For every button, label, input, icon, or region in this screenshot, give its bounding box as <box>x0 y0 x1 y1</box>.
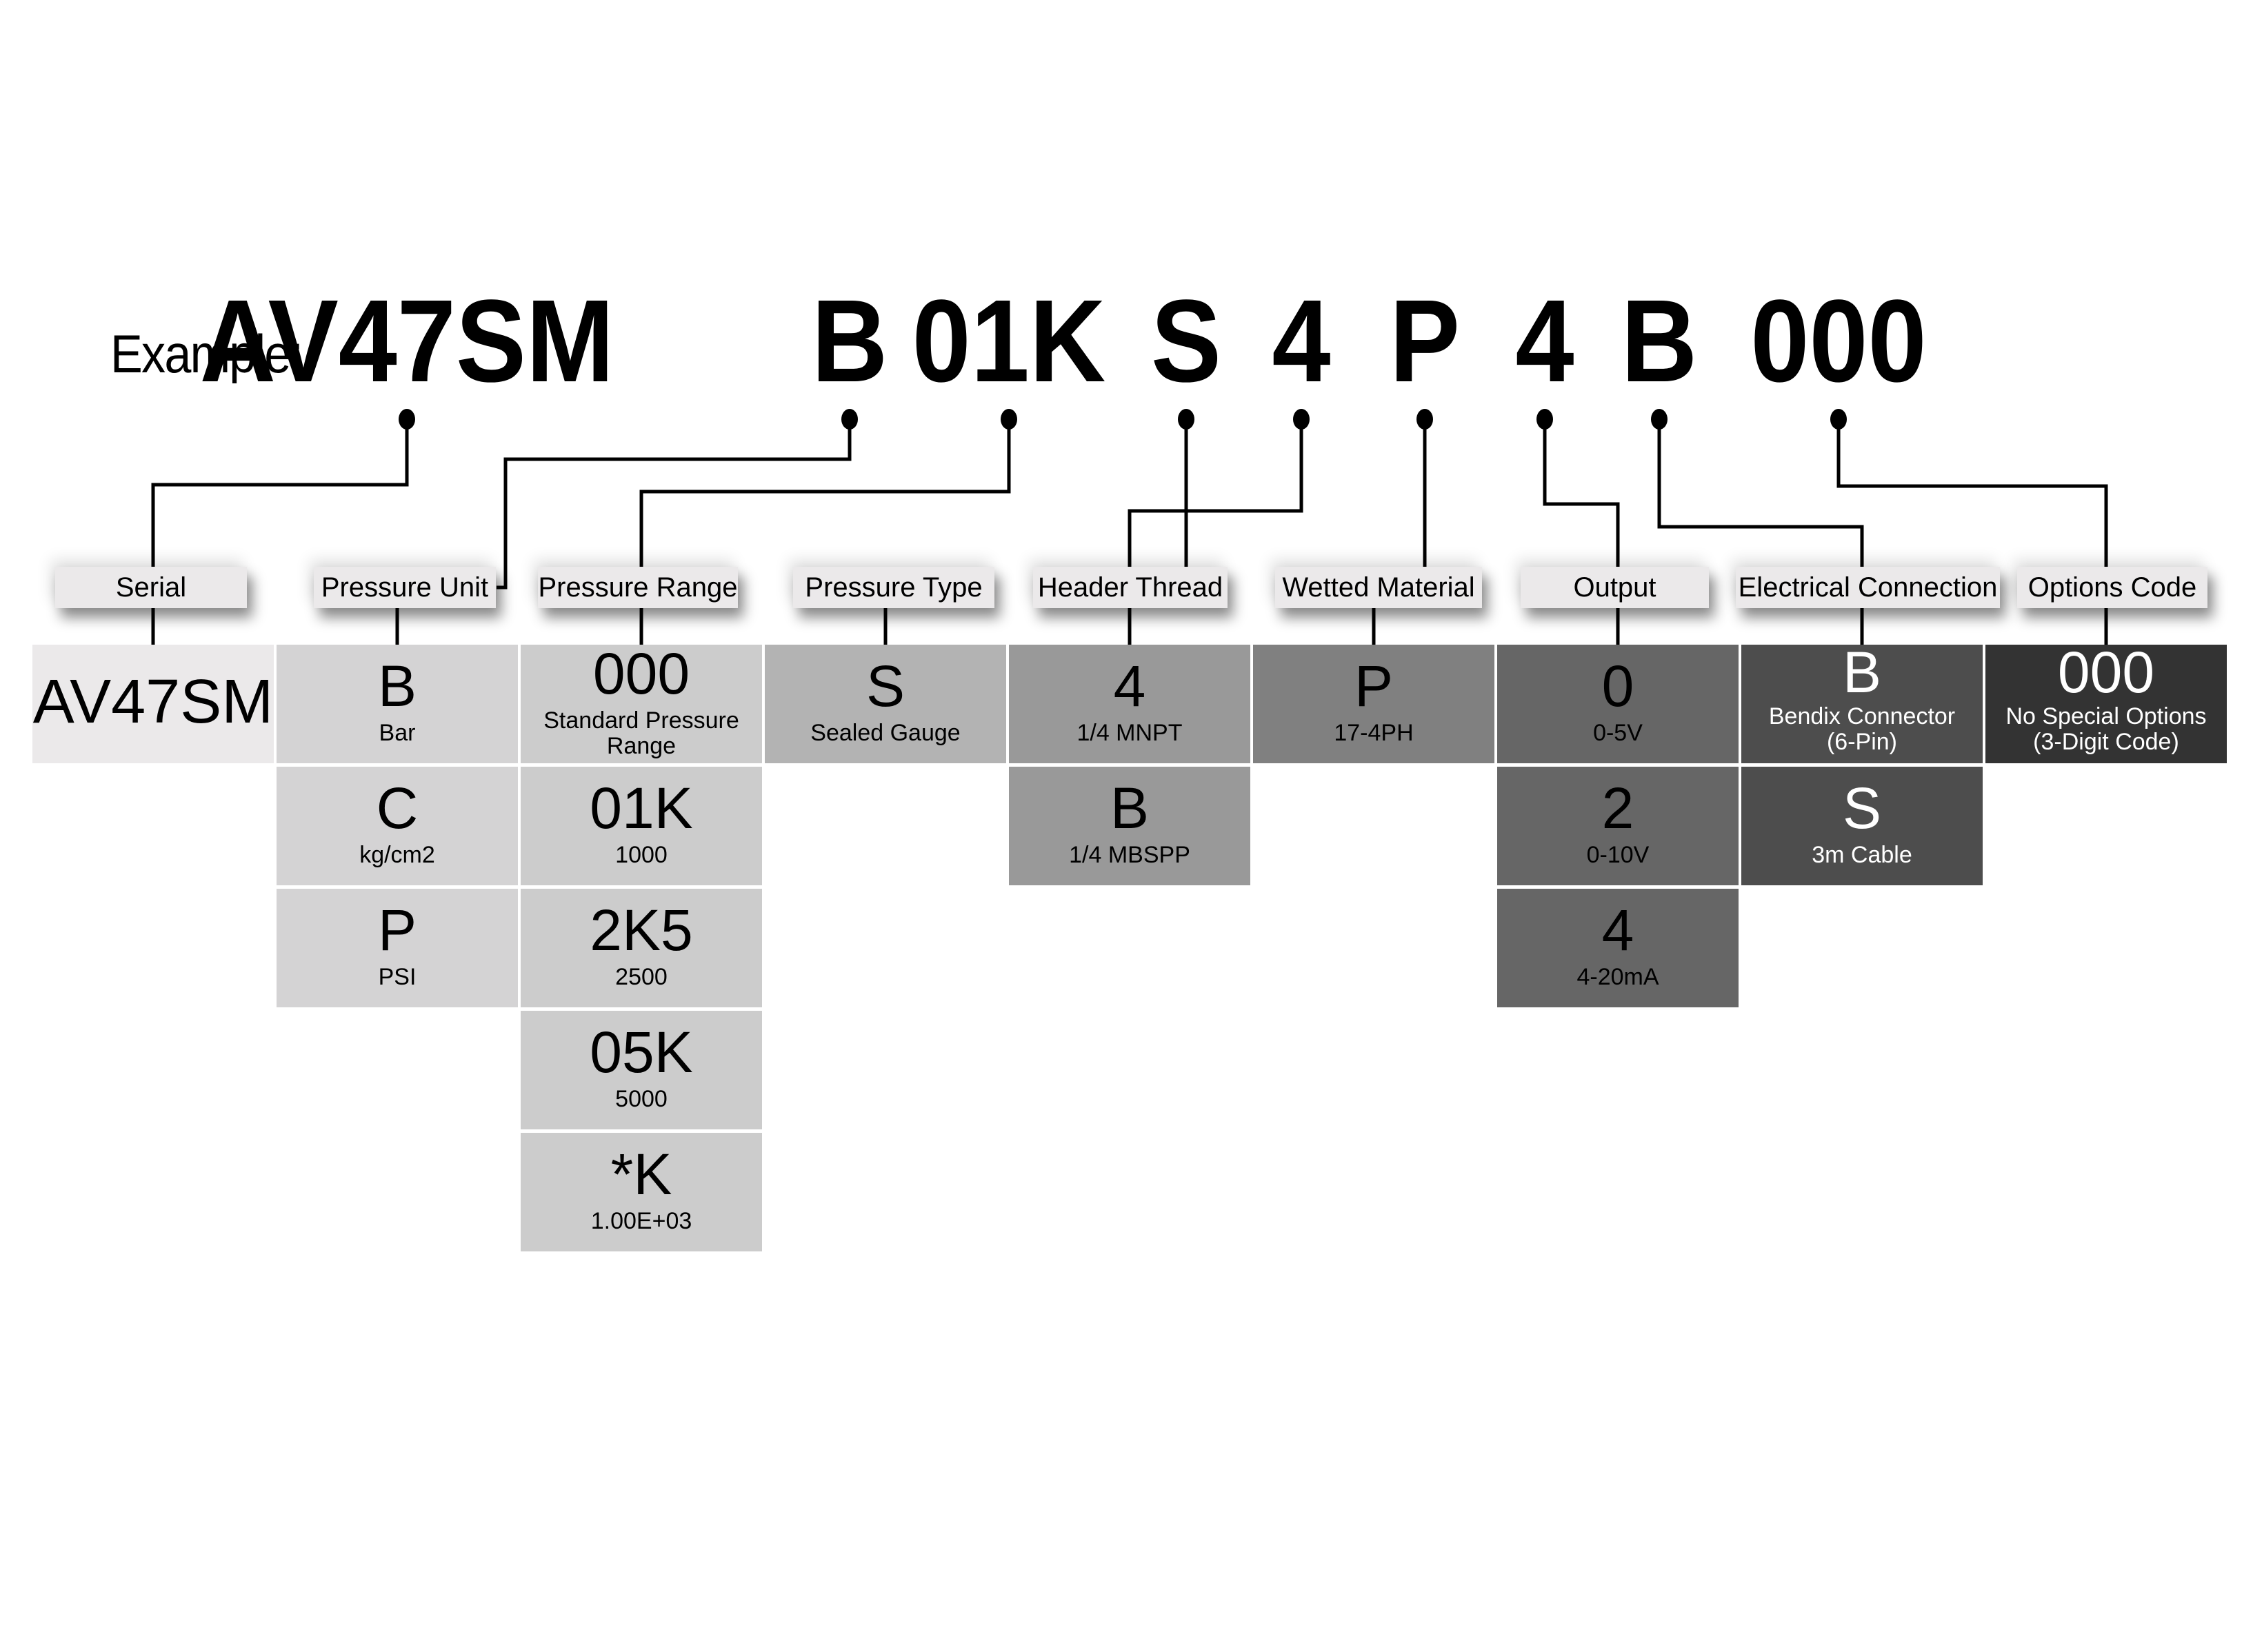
category-label: Pressure Unit <box>314 567 496 608</box>
leader-line <box>497 419 852 590</box>
pointer-dot <box>1416 409 1433 430</box>
option-description: No Special Options (3-Digit Code) <box>2005 703 2207 755</box>
option-description: Bendix Connector (6-Pin) <box>1768 703 1956 755</box>
pointer-dot <box>1536 409 1553 430</box>
option-code: 000 <box>592 641 690 706</box>
option-cell: B 1/4 MBSPP <box>1009 767 1250 885</box>
option-cell: S Sealed Gauge <box>765 645 1006 763</box>
option-cell: AV47SM <box>32 645 274 763</box>
option-code: AV47SM <box>32 667 274 736</box>
option-description: kg/cm2 <box>359 842 435 869</box>
option-code: 05K <box>590 1020 693 1085</box>
option-cell: 01K 1000 <box>521 767 762 885</box>
option-description: 2500 <box>615 964 668 991</box>
option-description: 0-10V <box>1586 842 1650 869</box>
code-segment: B <box>811 276 888 407</box>
leader-line <box>639 419 1011 567</box>
option-cell: B Bendix Connector (6-Pin) <box>1741 639 1983 763</box>
option-code: 2 <box>1601 776 1634 841</box>
option-description: PSI <box>378 964 417 991</box>
option-code: P <box>377 898 417 963</box>
code-segment: B <box>1621 276 1698 407</box>
option-cell: P PSI <box>277 889 518 1007</box>
option-code: 000 <box>2057 639 2155 705</box>
category-label: Pressure Range <box>538 567 738 608</box>
option-cell: 4 4-20mA <box>1497 889 1739 1007</box>
option-cell: 0 0-5V <box>1497 645 1739 763</box>
option-description: 1000 <box>615 842 668 869</box>
leader-line <box>151 419 409 567</box>
option-cell: 2 0-10V <box>1497 767 1739 885</box>
option-cell: 000 Standard Pressure Range <box>521 645 762 763</box>
category-label: Serial <box>55 567 247 608</box>
option-description: Standard Pressure Range <box>543 707 739 759</box>
code-segment: 000 <box>1750 276 1927 407</box>
category-label: Options Code <box>2017 567 2207 608</box>
option-code: 2K5 <box>590 898 693 963</box>
code-segment: P <box>1389 276 1461 407</box>
code-segment: 01K <box>912 276 1106 407</box>
category-label: Wetted Material <box>1275 567 1482 608</box>
option-code: *K <box>610 1142 672 1207</box>
pointer-dot <box>1293 409 1310 430</box>
pointer-dot <box>399 409 415 430</box>
option-cell: 4 1/4 MNPT <box>1009 645 1250 763</box>
category-label: Pressure Type <box>793 567 994 608</box>
option-cell: Ckg/cm2 <box>277 767 518 885</box>
option-description: 5000 <box>615 1086 668 1113</box>
option-description: 1/4 MBSPP <box>1069 842 1190 869</box>
option-cell: 05K 5000 <box>521 1011 762 1129</box>
option-code: 4 <box>1601 898 1634 963</box>
option-cell: 2K5 2500 <box>521 889 762 1007</box>
option-description: Sealed Gauge <box>810 720 961 747</box>
pointer-dot <box>1830 409 1847 430</box>
option-code: 4 <box>1113 654 1146 719</box>
category-label: Output <box>1521 567 1709 608</box>
option-cell: *K 1.00E+03 <box>521 1133 762 1251</box>
code-segment: AV47SM <box>199 276 614 407</box>
option-description: 3m Cable <box>1812 842 1912 869</box>
leader-line <box>1543 419 1620 567</box>
option-cell: B Bar <box>277 645 518 763</box>
option-code: 01K <box>590 776 693 841</box>
option-code: S <box>1842 776 1882 841</box>
category-label: Header Thread <box>1033 567 1228 608</box>
pointer-dot <box>1178 409 1194 430</box>
option-code: B <box>377 654 417 719</box>
pointer-dot <box>1651 409 1668 430</box>
option-description: 1.00E+03 <box>590 1208 692 1235</box>
option-cell: 000 No Special Options (3-Digit Code) <box>1985 639 2227 763</box>
option-code: B <box>1110 776 1150 841</box>
option-code: 0 <box>1601 654 1634 719</box>
code-segment: 4 <box>1515 276 1574 407</box>
code-segment: S <box>1150 276 1222 407</box>
option-code: S <box>865 654 905 719</box>
option-cell: P 17-4PH <box>1253 645 1494 763</box>
pointer-dot <box>1001 409 1017 430</box>
option-code: P <box>1354 654 1394 719</box>
category-label: Electrical Connection <box>1736 567 2000 608</box>
code-segment: 4 <box>1272 276 1331 407</box>
option-cell: S 3m Cable <box>1741 767 1983 885</box>
option-description: Bar <box>379 720 416 747</box>
option-description: 1/4 MNPT <box>1077 720 1183 747</box>
leader-line <box>1128 419 1303 567</box>
leader-line <box>1657 419 1864 567</box>
pointer-dot <box>841 409 858 430</box>
leader-line <box>1836 419 2108 567</box>
option-description: 0-5V <box>1593 720 1643 747</box>
option-description: 4-20mA <box>1576 964 1659 991</box>
option-description: 17-4PH <box>1334 720 1414 747</box>
option-code: C <box>376 776 419 841</box>
option-code: B <box>1842 639 1882 705</box>
